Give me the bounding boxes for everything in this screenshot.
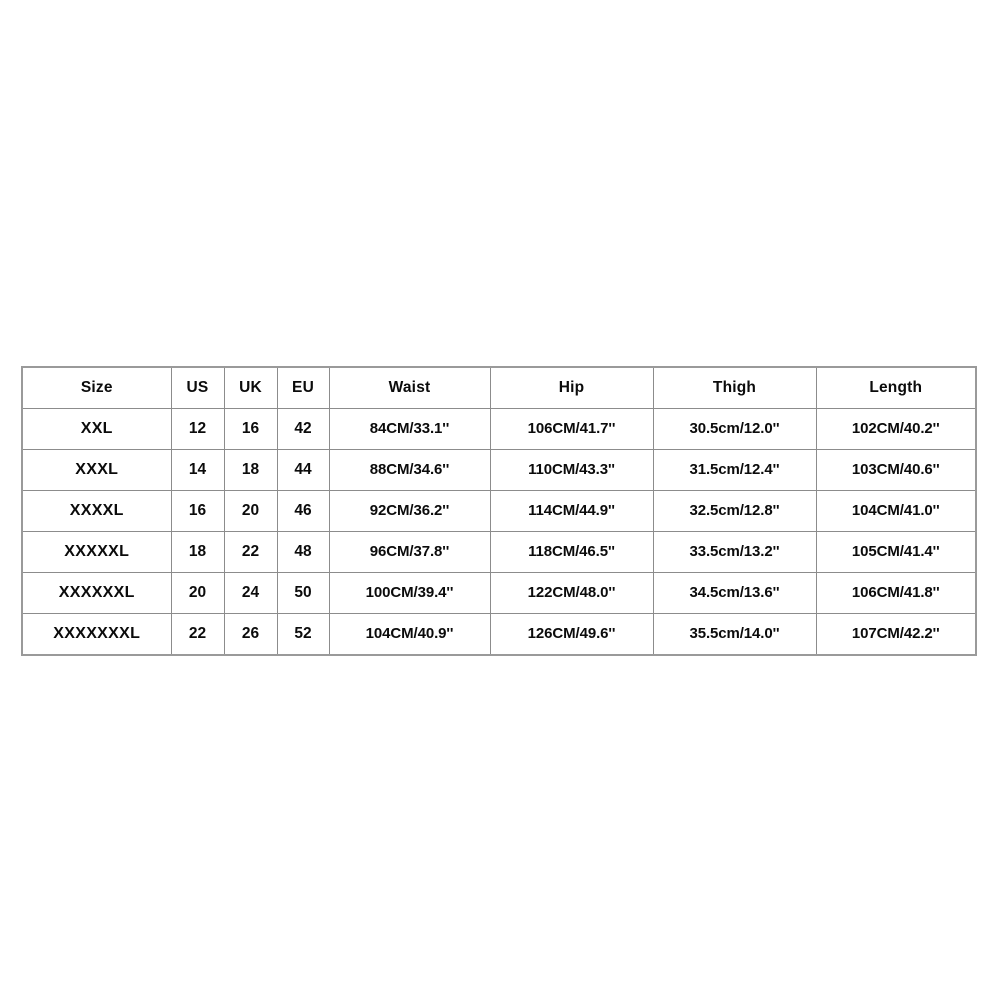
cell-length: 107CM/42.2'' xyxy=(815,613,977,656)
size-chart-body: XXL 12 16 42 84CM/33.1'' 106CM/41.7'' 30… xyxy=(21,408,977,656)
cell-length: 102CM/40.2'' xyxy=(815,408,977,450)
cell-hip: 122CM/48.0'' xyxy=(489,572,654,614)
cell-thigh: 35.5cm/14.0'' xyxy=(652,613,817,656)
cell-size: XXXXXXL xyxy=(21,572,172,614)
column-header-us: US xyxy=(170,366,225,409)
table-row: XXXXL 16 20 46 92CM/36.2'' 114CM/44.9'' … xyxy=(21,490,977,532)
size-chart-header: Size US UK EU Waist Hip Thigh Length xyxy=(21,366,977,409)
cell-waist: 84CM/33.1'' xyxy=(328,408,491,450)
cell-us: 22 xyxy=(170,613,225,656)
cell-waist: 92CM/36.2'' xyxy=(328,490,491,532)
size-chart-table: Size US UK EU Waist Hip Thigh Length XXL… xyxy=(21,366,977,656)
table-row: XXXXXL 18 22 48 96CM/37.8'' 118CM/46.5''… xyxy=(21,531,977,573)
column-header-size: Size xyxy=(21,366,172,409)
cell-hip: 118CM/46.5'' xyxy=(489,531,654,573)
cell-eu: 44 xyxy=(276,449,330,491)
cell-size: XXXL xyxy=(21,449,172,491)
table-row: XXXL 14 18 44 88CM/34.6'' 110CM/43.3'' 3… xyxy=(21,449,977,491)
cell-hip: 110CM/43.3'' xyxy=(489,449,654,491)
cell-us: 14 xyxy=(170,449,225,491)
cell-thigh: 32.5cm/12.8'' xyxy=(652,490,817,532)
cell-eu: 50 xyxy=(276,572,330,614)
table-row: XXXXXXXL 22 26 52 104CM/40.9'' 126CM/49.… xyxy=(21,613,977,656)
cell-uk: 26 xyxy=(223,613,278,656)
cell-hip: 114CM/44.9'' xyxy=(489,490,654,532)
table-header-row: Size US UK EU Waist Hip Thigh Length xyxy=(21,366,977,409)
cell-length: 106CM/41.8'' xyxy=(815,572,977,614)
cell-size: XXL xyxy=(21,408,172,450)
cell-length: 105CM/41.4'' xyxy=(815,531,977,573)
cell-uk: 16 xyxy=(223,408,278,450)
cell-thigh: 33.5cm/13.2'' xyxy=(652,531,817,573)
cell-waist: 96CM/37.8'' xyxy=(328,531,491,573)
cell-waist: 104CM/40.9'' xyxy=(328,613,491,656)
cell-uk: 18 xyxy=(223,449,278,491)
column-header-waist: Waist xyxy=(328,366,491,409)
cell-us: 18 xyxy=(170,531,225,573)
column-header-thigh: Thigh xyxy=(652,366,817,409)
cell-uk: 22 xyxy=(223,531,278,573)
column-header-length: Length xyxy=(815,366,977,409)
cell-us: 20 xyxy=(170,572,225,614)
cell-size: XXXXXXXL xyxy=(21,613,172,656)
cell-us: 16 xyxy=(170,490,225,532)
cell-size: XXXXL xyxy=(21,490,172,532)
cell-thigh: 31.5cm/12.4'' xyxy=(652,449,817,491)
cell-length: 103CM/40.6'' xyxy=(815,449,977,491)
cell-uk: 24 xyxy=(223,572,278,614)
cell-eu: 52 xyxy=(276,613,330,656)
cell-length: 104CM/41.0'' xyxy=(815,490,977,532)
cell-eu: 42 xyxy=(276,408,330,450)
column-header-hip: Hip xyxy=(489,366,654,409)
size-chart-container: Size US UK EU Waist Hip Thigh Length XXL… xyxy=(21,366,977,656)
cell-thigh: 30.5cm/12.0'' xyxy=(652,408,817,450)
cell-thigh: 34.5cm/13.6'' xyxy=(652,572,817,614)
cell-hip: 126CM/49.6'' xyxy=(489,613,654,656)
cell-waist: 88CM/34.6'' xyxy=(328,449,491,491)
cell-waist: 100CM/39.4'' xyxy=(328,572,491,614)
column-header-eu: EU xyxy=(276,366,330,409)
cell-eu: 46 xyxy=(276,490,330,532)
cell-us: 12 xyxy=(170,408,225,450)
cell-size: XXXXXL xyxy=(21,531,172,573)
table-row: XXXXXXL 20 24 50 100CM/39.4'' 122CM/48.0… xyxy=(21,572,977,614)
cell-eu: 48 xyxy=(276,531,330,573)
cell-uk: 20 xyxy=(223,490,278,532)
cell-hip: 106CM/41.7'' xyxy=(489,408,654,450)
table-row: XXL 12 16 42 84CM/33.1'' 106CM/41.7'' 30… xyxy=(21,408,977,450)
column-header-uk: UK xyxy=(223,366,278,409)
